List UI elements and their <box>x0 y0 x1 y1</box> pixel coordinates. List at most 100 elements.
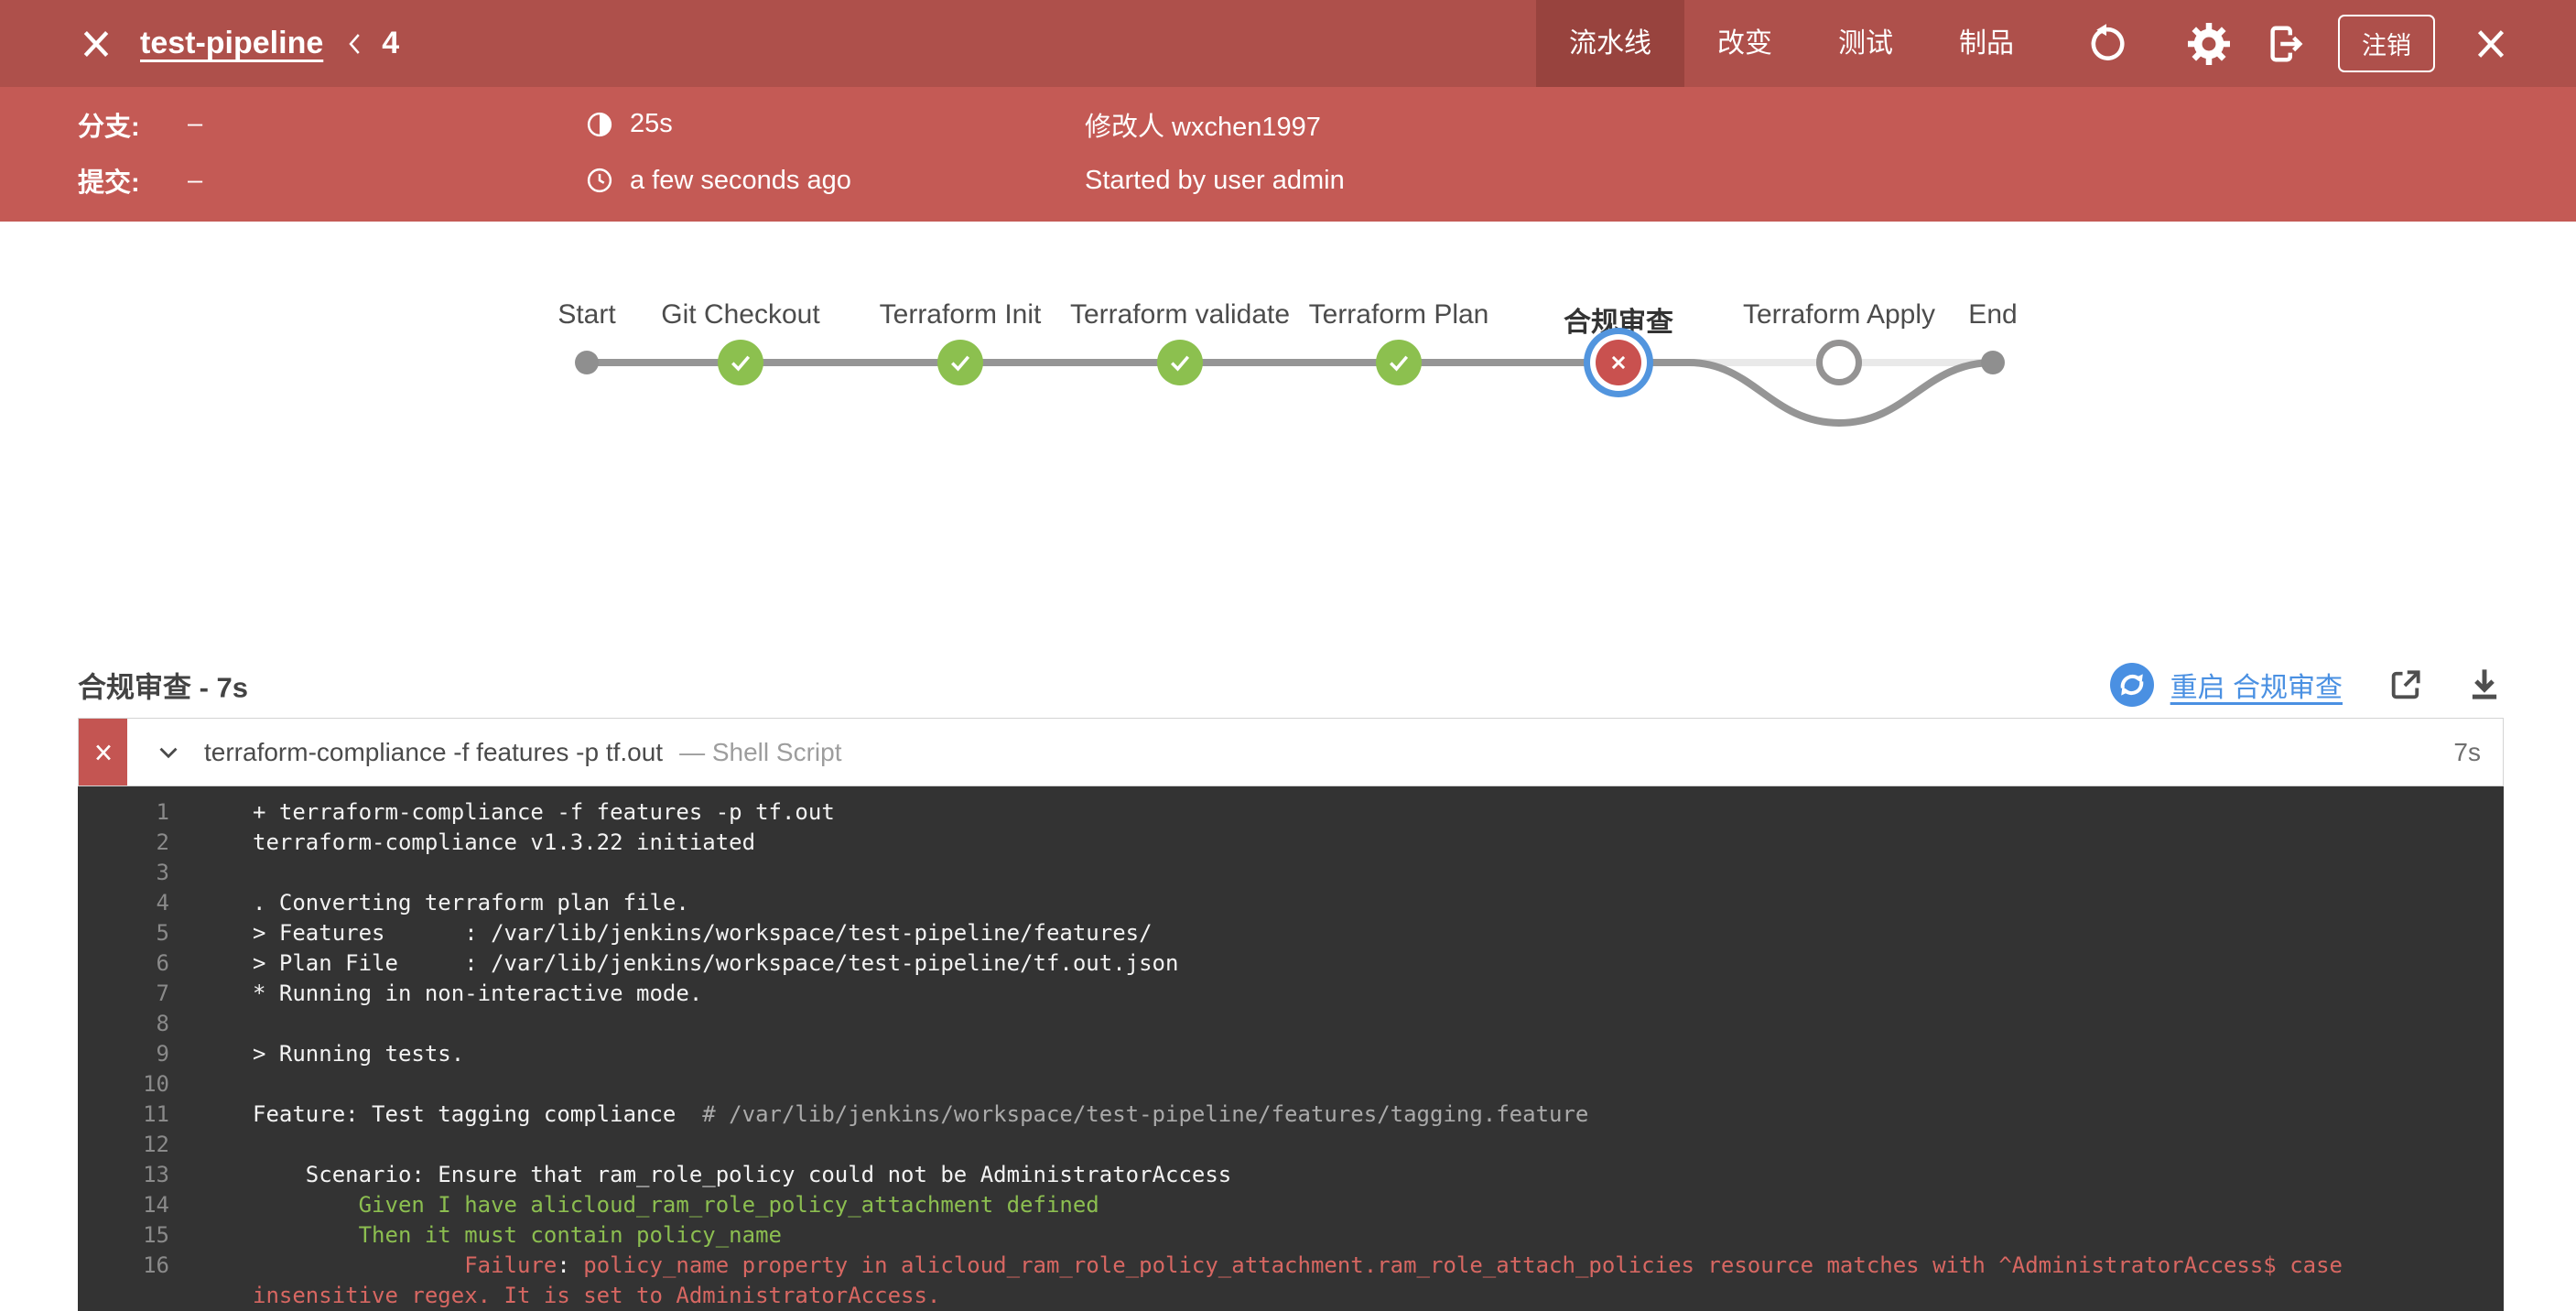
log-line: 1 + terraform-compliance -f features -p t… <box>78 797 2504 828</box>
log-line-text: Then it must contain policy_name <box>253 1220 2504 1251</box>
step-type: — Shell Script <box>679 738 841 767</box>
stage-title: 合规审查 - 7s <box>78 665 248 706</box>
step-duration: 7s <box>2453 738 2503 767</box>
log-line-text: > Features : /var/lib/jenkins/workspace/… <box>253 918 2504 948</box>
log-line-text: + terraform-compliance -f features -p tf… <box>253 797 2504 828</box>
log-line-text: Scenario: Ensure that ram_role_policy co… <box>253 1160 2504 1190</box>
log-line-text: . Converting terraform plan file. <box>253 888 2504 918</box>
stage-label: Terraform Apply <box>1743 299 1935 330</box>
changed-by: 修改人 wxchen1997 <box>1085 105 1321 144</box>
time-column: 25s a few seconds ago <box>586 87 851 222</box>
log-line: 2 terraform-compliance v1.3.22 initiated <box>78 828 2504 858</box>
user-column: 修改人 wxchen1997 Started by user admin <box>1085 87 1345 222</box>
pipeline-graph: Start Git Checkout Terraform Init Terraform… <box>0 293 2576 504</box>
log-line-number[interactable]: 1 <box>78 797 169 828</box>
restart-stage-link[interactable]: 重启 合规审查 <box>2170 665 2343 705</box>
close-icon[interactable] <box>78 26 114 62</box>
log-card: terraform-compliance -f features -p tf.o… <box>78 718 2504 1311</box>
log-line: 12 <box>78 1130 2504 1160</box>
x-icon <box>90 739 117 766</box>
stage-detail-bar: 合规审查 - 7s 重启 合规审查 <box>0 652 2576 718</box>
log-line: 13 Scenario: Ensure that ram_role_policy… <box>78 1160 2504 1190</box>
logout-button[interactable]: 注销 <box>2338 15 2435 72</box>
open-external-icon[interactable] <box>2387 666 2425 704</box>
stage-node-terminal <box>1981 351 2005 374</box>
restart-stage-icon[interactable] <box>2110 663 2154 707</box>
log-step-header[interactable]: terraform-compliance -f features -p tf.o… <box>78 718 2504 786</box>
tab-制品[interactable]: 制品 <box>1926 0 2047 87</box>
chevron-left-icon <box>341 30 369 58</box>
log-line: 14 Given I have alicloud_ram_role_policy… <box>78 1190 2504 1220</box>
stage-node-not_built[interactable] <box>1816 340 1862 385</box>
topbar-tabs: 流水线改变测试制品 <box>1536 0 2047 87</box>
duration-icon <box>586 111 613 138</box>
branch-label: 分支: <box>78 105 188 144</box>
stage-label: Terraform validate <box>1070 299 1290 330</box>
gear-icon[interactable] <box>2188 23 2230 65</box>
log-line: 6 > Plan File : /var/lib/jenkins/workspac… <box>78 948 2504 979</box>
log-line-number[interactable]: 13 <box>78 1160 169 1190</box>
log-line-text: * Running in non-interactive mode. <box>253 979 2504 1009</box>
log-line-text: Failure: policy_name property in aliclou… <box>253 1251 2504 1311</box>
breadcrumb: test-pipeline 4 <box>140 26 399 61</box>
close-page-icon[interactable] <box>2470 23 2512 65</box>
pipeline-run-page: test-pipeline 4 流水线改变测试制品 <box>0 0 2576 1311</box>
log-line: 10 <box>78 1069 2504 1100</box>
tab-流水线[interactable]: 流水线 <box>1536 0 1684 87</box>
log-line-number[interactable]: 4 <box>78 888 169 918</box>
log-line-text: > Running tests. <box>253 1039 2504 1069</box>
stage-label: 合规审查 <box>1564 299 1673 340</box>
tab-改变[interactable]: 改变 <box>1684 0 1805 87</box>
chevron-down-icon[interactable] <box>153 737 184 768</box>
commit-label: 提交: <box>78 161 188 200</box>
step-failure-badge <box>79 719 127 786</box>
stage-node-success[interactable] <box>937 340 983 385</box>
log-line-number[interactable]: 6 <box>78 948 169 979</box>
stage-label: Terraform Init <box>880 299 1042 330</box>
log-line-number[interactable]: 14 <box>78 1190 169 1220</box>
log-line: 4 . Converting terraform plan file. <box>78 888 2504 918</box>
log-line-number[interactable]: 3 <box>78 858 169 888</box>
log-line-number[interactable]: 8 <box>78 1009 169 1039</box>
clock-icon <box>586 167 613 194</box>
branch-commit-column: 分支: – 提交: – <box>78 87 202 222</box>
log-line-number[interactable]: 2 <box>78 828 169 858</box>
stage-label: End <box>1968 299 2017 330</box>
stage-label: Terraform Plan <box>1309 299 1489 330</box>
stage-actions: 重启 合规审查 <box>2110 663 2504 707</box>
log-line-number[interactable]: 12 <box>78 1130 169 1160</box>
pipeline-name-link[interactable]: test-pipeline <box>140 26 323 61</box>
stage-node-terminal <box>575 351 599 374</box>
replay-icon[interactable] <box>2085 23 2127 65</box>
stage-label: Start <box>557 299 615 330</box>
log-line-number[interactable]: 7 <box>78 979 169 1009</box>
log-line-text: terraform-compliance v1.3.22 initiated <box>253 828 2504 858</box>
log-line-number[interactable]: 9 <box>78 1039 169 1069</box>
tab-测试[interactable]: 测试 <box>1805 0 1926 87</box>
download-log-icon[interactable] <box>2465 666 2504 704</box>
stage-label: Git Checkout <box>661 299 819 330</box>
step-title: terraform-compliance -f features -p tf.o… <box>204 738 663 767</box>
log-line: 9 > Running tests. <box>78 1039 2504 1069</box>
logout-door-icon[interactable] <box>2265 23 2307 65</box>
log-line-number[interactable]: 15 <box>78 1220 169 1251</box>
stage-node-success[interactable] <box>1376 340 1422 385</box>
log-line-number[interactable]: 10 <box>78 1069 169 1100</box>
stage-node-success[interactable] <box>1157 340 1203 385</box>
log-line-text: > Plan File : /var/lib/jenkins/workspace… <box>253 948 2504 979</box>
log-line: 11 Feature: Test tagging compliance # /va… <box>78 1100 2504 1130</box>
log-line-text: Feature: Test tagging compliance # /var/… <box>253 1100 2504 1130</box>
log-line-number[interactable]: 16 <box>78 1251 169 1281</box>
log-line: 5 > Features : /var/lib/jenkins/workspace… <box>78 918 2504 948</box>
log-line-number[interactable]: 5 <box>78 918 169 948</box>
topbar-icons: 注销 <box>2047 15 2576 72</box>
time-ago-value: a few seconds ago <box>630 166 851 196</box>
log-line: 8 <box>78 1009 2504 1039</box>
branch-value: – <box>188 109 202 139</box>
log-line-number[interactable]: 11 <box>78 1100 169 1130</box>
log-line: 16 Failure: policy_name property in alic… <box>78 1251 2504 1311</box>
stage-node-failure[interactable] <box>1596 340 1641 385</box>
started-by: Started by user admin <box>1085 166 1345 196</box>
stage-node-success[interactable] <box>718 340 763 385</box>
top-bar: test-pipeline 4 流水线改变测试制品 <box>0 0 2576 87</box>
